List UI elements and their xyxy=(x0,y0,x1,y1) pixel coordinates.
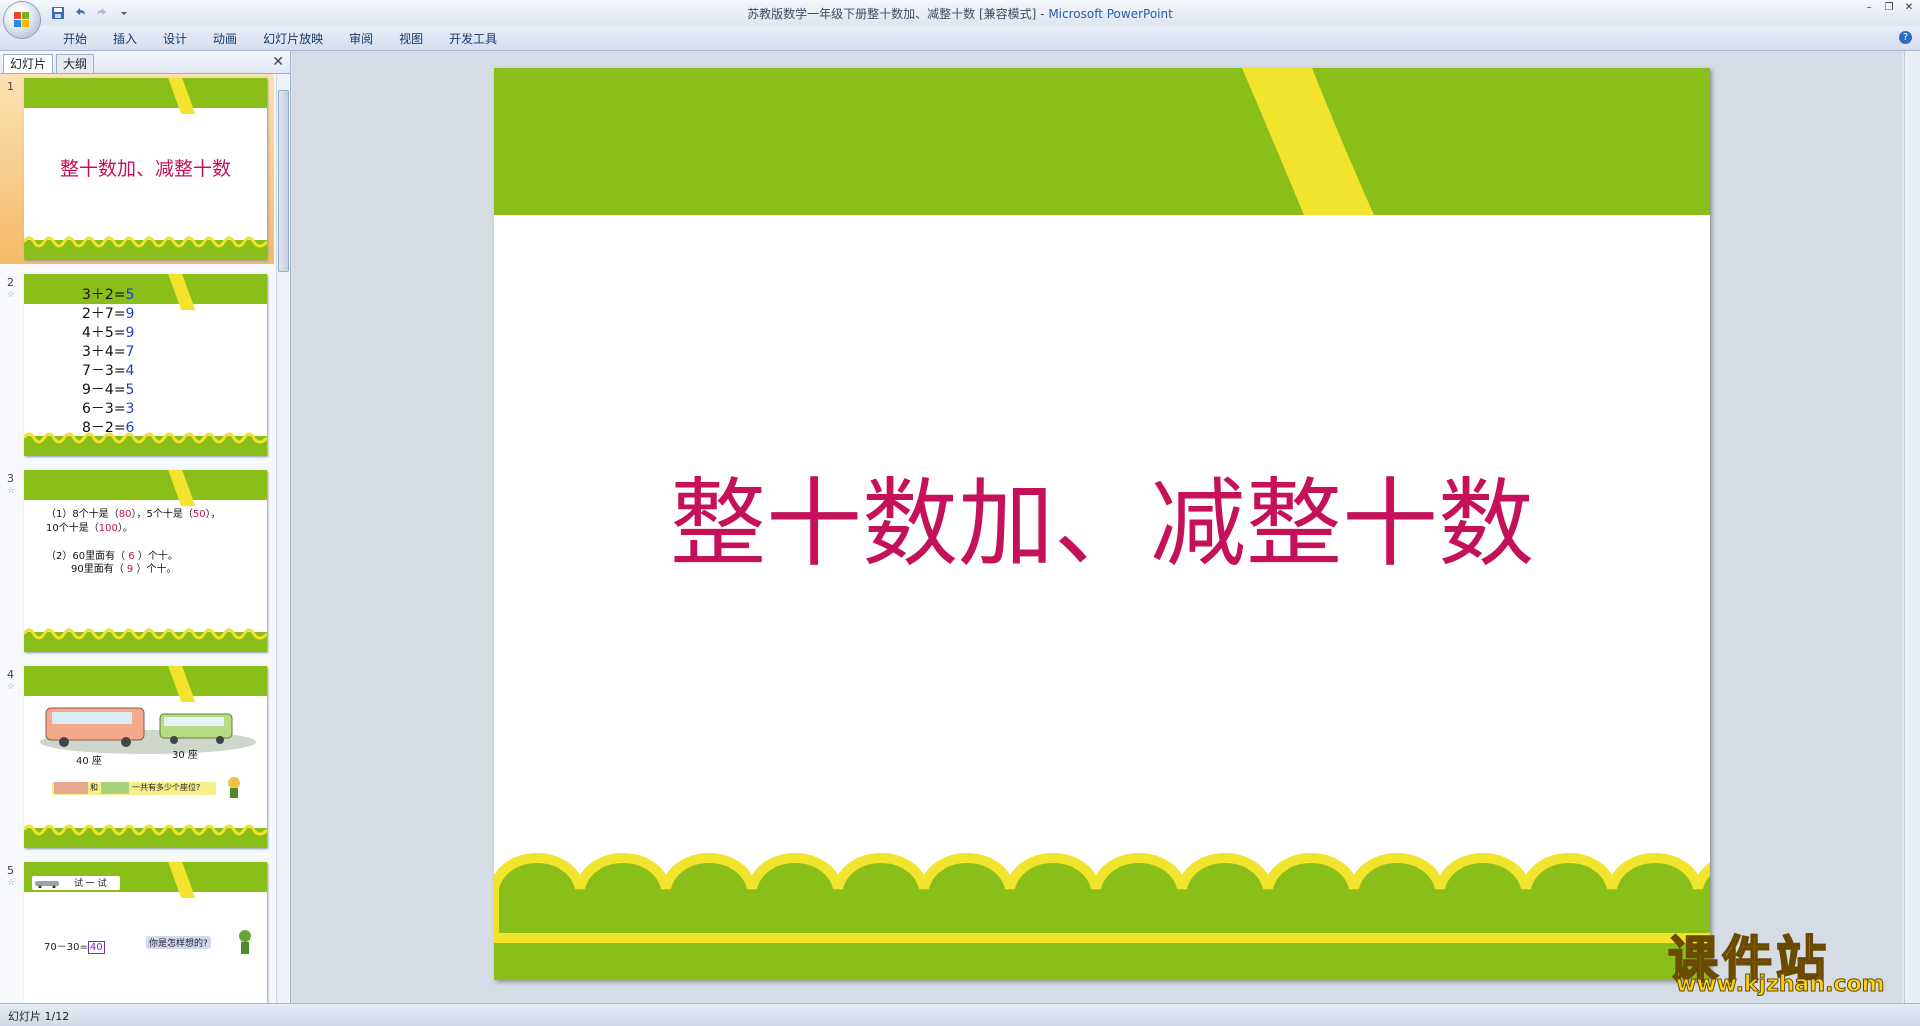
wave-border xyxy=(24,628,267,652)
equation-row: 3＋4=7 xyxy=(82,344,135,360)
bus-icon xyxy=(54,782,88,794)
watermark: 课件站 www.kjzhan.com xyxy=(1667,920,1908,1000)
equation: 70－30= 40 xyxy=(44,941,105,954)
wave-border xyxy=(24,236,267,260)
slide-number: 3 xyxy=(7,472,14,485)
header-band xyxy=(24,274,267,310)
question-line-2: 10个十是（100）。 xyxy=(46,523,133,534)
try-label: 试 一 试 xyxy=(74,879,107,889)
thumb-title: 整十数加、减整十数 xyxy=(59,158,231,180)
yellow-stripe xyxy=(166,78,196,114)
cartoon-character-icon xyxy=(239,930,251,954)
current-slide[interactable]: 整十数加、减整十数 xyxy=(494,68,1710,980)
slide-thumbnails: 1 整十数加、减整十数 2 ☆ 3＋2=5 2＋7=9 4＋5=9 3＋4=7 … xyxy=(0,74,274,1003)
thumb-preview: 试 一 试 70－30= 40 你是怎样想的? xyxy=(24,862,267,1003)
office-button[interactable] xyxy=(4,2,40,38)
pane-tabs: 幻灯片 大纲 ✕ xyxy=(0,51,290,74)
thumb-preview: （1）8个十是（80），5个十是（50）， 10个十是（100）。 （2）60里… xyxy=(24,470,267,652)
equation-row: 4＋5=9 xyxy=(82,325,135,341)
answer-box: 40 xyxy=(87,941,105,954)
car-icon xyxy=(35,881,59,888)
title-bar: 苏教版数学一年级下册整十数加、减整十数 [兼容模式] - Microsoft P… xyxy=(0,0,1920,26)
animation-star-icon: ☆ xyxy=(7,486,16,496)
animation-star-icon: ☆ xyxy=(7,682,16,692)
editor-scrollbar[interactable] xyxy=(1904,51,1920,1003)
slide-number: 2 xyxy=(7,276,14,289)
tab-animation[interactable]: 动画 xyxy=(200,30,250,48)
equation-row: 7－3=4 xyxy=(82,363,135,379)
restore-icon[interactable]: ❐ xyxy=(1882,2,1896,14)
ribbon: 开始 插入 设计 动画 幻灯片放映 审阅 视图 开发工具 ? xyxy=(0,26,1920,51)
slides-pane: 幻灯片 大纲 ✕ 1 整十数加、减整十数 2 ☆ 3＋2=5 2＋7=9 4＋5… xyxy=(0,51,291,1003)
equation-list: 3＋2=5 2＋7=9 4＋5=9 3＋4=7 7－3=4 9－4=5 6－3=… xyxy=(82,286,134,438)
status-bar: 幻灯片 1/12 xyxy=(0,1003,1920,1026)
question-line-1: （1）8个十是（80），5个十是（50）， xyxy=(46,509,221,520)
slide-indicator: 幻灯片 1/12 xyxy=(8,1010,70,1023)
question-line-4: 90里面有（ 9 ）个十。 xyxy=(71,564,177,575)
watermark-url: www.kjzhan.com xyxy=(1676,972,1886,998)
bus-b-label: 30 座 xyxy=(172,750,198,761)
header-band xyxy=(24,666,267,702)
office-logo-icon xyxy=(14,12,30,28)
buses-illustration xyxy=(40,707,256,754)
close-icon[interactable]: ✕ xyxy=(1902,2,1916,14)
slide-number: 4 xyxy=(7,668,14,681)
wave-border xyxy=(24,824,267,848)
bus-a-label: 40 座 xyxy=(76,756,102,767)
animation-star-icon: ☆ xyxy=(7,878,16,888)
title-separator: - xyxy=(1036,7,1049,21)
banner-question: 一共有多少个座位? xyxy=(132,783,201,792)
scrollbar-thumb[interactable] xyxy=(278,90,289,272)
slide-number: 5 xyxy=(7,864,14,877)
slide-thumbnail-2[interactable]: 2 ☆ 3＋2=5 2＋7=9 4＋5=9 3＋4=7 7－3=4 9－4=5 … xyxy=(0,270,274,460)
equation-row: 9－4=5 xyxy=(82,382,135,398)
bus-icon xyxy=(101,782,129,794)
equation-row: 3＋2=5 xyxy=(82,287,135,303)
tab-developer[interactable]: 开发工具 xyxy=(436,30,510,48)
yellow-stripe xyxy=(166,274,196,310)
thumb-preview: 40 座 30 座 和 一共有多少个座位? xyxy=(24,666,267,848)
tab-insert[interactable]: 插入 xyxy=(100,30,150,48)
try-badge: 试 一 试 xyxy=(32,876,120,890)
slide-thumbnail-3[interactable]: 3 ☆ （1）8个十是（80），5个十是（50）， 10个十是（100）。 （2… xyxy=(0,466,274,656)
header-band xyxy=(24,78,267,114)
thumb-preview: 3＋2=5 2＋7=9 4＋5=9 3＋4=7 7－3=4 9－4=5 6－3=… xyxy=(24,274,267,456)
slide-thumbnail-1[interactable]: 1 整十数加、减整十数 xyxy=(0,74,274,264)
question-banner: 和 一共有多少个座位? xyxy=(52,782,216,795)
yellow-stripe xyxy=(166,862,196,898)
tab-slideshow[interactable]: 幻灯片放映 xyxy=(250,30,336,48)
window-controls: – ❐ ✕ xyxy=(1862,2,1916,14)
app-name: Microsoft PowerPoint xyxy=(1048,7,1173,21)
equation-row: 2＋7=9 xyxy=(82,306,135,322)
tab-design[interactable]: 设计 xyxy=(150,30,200,48)
thought-bubble: 你是怎样想的? xyxy=(146,936,211,949)
tab-review[interactable]: 审阅 xyxy=(336,30,386,48)
slide-thumbnail-5[interactable]: 5 ☆ 试 一 试 70－30= 40 你是怎样想的? xyxy=(0,858,274,1003)
tab-outline[interactable]: 大纲 xyxy=(56,54,95,73)
wave-border xyxy=(24,432,267,456)
yellow-stripe xyxy=(166,470,196,506)
banner-and: 和 xyxy=(90,783,98,792)
pane-scrollbar[interactable] xyxy=(276,74,289,1003)
equation-row: 6－3=3 xyxy=(82,401,135,417)
header-band xyxy=(24,470,267,506)
slide-title[interactable]: 整十数加、减整十数 xyxy=(494,446,1710,585)
cartoon-character-icon xyxy=(228,777,240,798)
animation-star-icon: ☆ xyxy=(7,290,16,300)
close-pane-icon[interactable]: ✕ xyxy=(272,54,284,70)
yellow-stripe xyxy=(166,666,196,702)
slide-thumbnail-4[interactable]: 4 ☆ 40 座 30 座 和 一共有多少个座位? xyxy=(0,662,274,852)
document-title: 苏教版数学一年级下册整十数加、减整十数 [兼容模式] xyxy=(747,7,1037,21)
thumb-preview: 整十数加、减整十数 xyxy=(24,78,267,260)
slide-number: 1 xyxy=(7,80,14,93)
tab-home[interactable]: 开始 xyxy=(50,30,100,48)
tab-view[interactable]: 视图 xyxy=(386,30,436,48)
minimize-icon[interactable]: – xyxy=(1862,2,1876,14)
help-icon[interactable]: ? xyxy=(1899,31,1912,44)
ribbon-tabs: 开始 插入 设计 动画 幻灯片放映 审阅 视图 开发工具 xyxy=(50,30,510,48)
tab-slides[interactable]: 幻灯片 xyxy=(3,54,54,73)
window-title: 苏教版数学一年级下册整十数加、减整十数 [兼容模式] - Microsoft P… xyxy=(0,5,1920,22)
